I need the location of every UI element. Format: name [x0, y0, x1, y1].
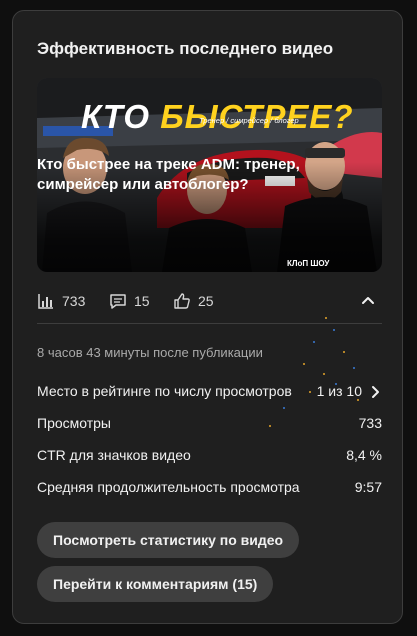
comment-icon — [110, 294, 126, 309]
video-title[interactable]: Кто быстрее на треке ADM: тренер, симрей… — [37, 155, 337, 195]
views-stat: 733 — [37, 289, 85, 313]
avg-view-duration-row: Средняя продолжительность просмотра 9:57 — [37, 479, 382, 499]
rank-label: Место в рейтинге по числу просмотров — [37, 383, 292, 399]
rank-value: 1 из 10 — [316, 383, 362, 399]
go-to-comments-button[interactable]: Перейти к комментариям (15) — [37, 566, 274, 602]
avg-view-duration-label: Средняя продолжительность просмотра — [37, 479, 300, 495]
ctr-row: CTR для значков видео 8,4 % — [37, 447, 382, 467]
likes-count: 25 — [198, 293, 214, 309]
views-value: 733 — [358, 415, 382, 431]
likes-stat: 25 — [173, 289, 214, 313]
chevron-right-icon — [372, 386, 379, 398]
chevron-up-icon — [362, 297, 374, 304]
comments-count: 15 — [134, 293, 150, 309]
views-count: 733 — [62, 293, 86, 309]
rank-row[interactable]: Место в рейтинге по числу просмотров 1 и… — [37, 383, 382, 403]
collapse-button[interactable] — [358, 291, 378, 311]
bar-chart-icon — [38, 294, 53, 309]
video-stats-row: 733 15 25 — [37, 289, 382, 313]
ctr-value: 8,4 % — [346, 447, 382, 463]
ctr-label: CTR для значков видео — [37, 447, 191, 463]
divider — [37, 323, 382, 324]
thumbnail-badge: КЛоП ШОУ — [287, 259, 330, 268]
views-label: Просмотры — [37, 415, 111, 431]
card-title: Эффективность последнего видео — [37, 39, 334, 58]
latest-video-performance-card: Эффективность последнего видео КТО БЫСТР… — [12, 10, 403, 624]
view-video-stats-button[interactable]: Посмотреть статистику по видео — [37, 522, 300, 558]
thumbnail-subtitle: Тренер / симрейсер / блогер — [199, 116, 299, 125]
thumbs-up-icon — [174, 293, 190, 309]
views-row: Просмотры 733 — [37, 415, 382, 435]
comments-stat: 15 — [109, 289, 150, 313]
time-since-published: 8 часов 43 минуты после публикации — [37, 345, 263, 360]
avg-view-duration-value: 9:57 — [354, 479, 382, 495]
